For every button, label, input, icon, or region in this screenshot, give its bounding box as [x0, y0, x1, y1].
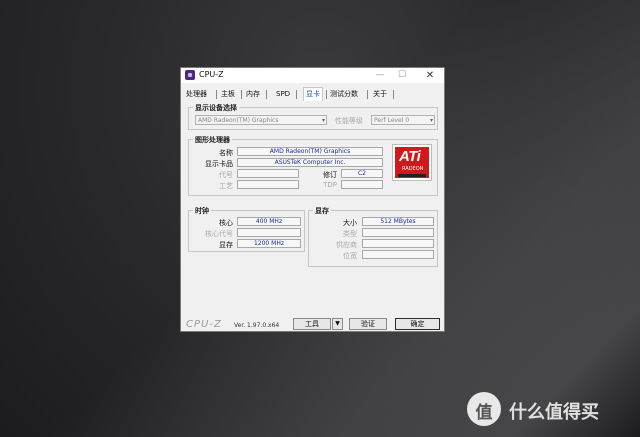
gpu-name-label: 名称 — [219, 149, 233, 157]
tab-processor[interactable]: 处理器 — [184, 88, 209, 100]
device-selection-group: 显示设备选择 AMD Radeon(TM) Graphics ▾ 性能等级 Pe… — [188, 103, 438, 130]
memory-vendor-label: 供应商 — [336, 241, 357, 249]
watermark-badge: 值 — [467, 392, 501, 426]
gpu-group-title: 图形处理器 — [193, 135, 232, 145]
device-select[interactable]: AMD Radeon(TM) Graphics ▾ — [195, 115, 327, 125]
perf-level-select[interactable]: Perf Level 0 ▾ — [371, 115, 435, 125]
ati-logo-sub: RADEON — [402, 166, 424, 172]
tools-button[interactable]: 工具 — [293, 318, 331, 330]
cpuz-window: CPU-Z — ☐ ✕ 处理器 主板 内存 SPD 显卡 测试分数 关于 显示设… — [180, 67, 445, 332]
watermark-text: 什么值得买 — [509, 402, 599, 423]
tab-separator — [296, 90, 297, 99]
memory-group: 显存 大小 512 MBytes 类型 供应商 位宽 — [308, 206, 438, 267]
memory-width-field — [362, 250, 434, 259]
memory-type-label: 类型 — [343, 230, 357, 238]
window-title: CPU-Z — [199, 70, 224, 79]
tab-memory[interactable]: 内存 — [244, 88, 262, 100]
memory-clock-field: 1200 MHz — [237, 239, 301, 248]
ati-logo-background: ATi RADEON — [395, 147, 429, 178]
memory-type-field — [362, 228, 434, 237]
codename-field — [237, 169, 299, 178]
clocks-group: 时钟 核心 400 MHz 核心代号 显存 1200 MHz — [188, 206, 305, 252]
chevron-down-icon: ▾ — [429, 117, 433, 124]
tab-about[interactable]: 关于 — [371, 88, 389, 100]
memory-width-label: 位宽 — [343, 252, 357, 260]
tab-separator — [216, 90, 217, 99]
tab-separator — [393, 90, 394, 99]
memory-size-field: 512 MBytes — [362, 217, 434, 226]
core-clock-field: 400 MHz — [237, 217, 301, 226]
device-selection-title: 显示设备选择 — [193, 103, 239, 113]
tab-mainboard[interactable]: 主板 — [219, 88, 237, 100]
ati-radeon-logo: ATi RADEON — [392, 144, 432, 181]
technology-label: 工艺 — [219, 182, 233, 190]
cpuz-app-icon — [185, 70, 195, 80]
tdp-label: TDP — [323, 181, 337, 189]
version-text: Ver. 1.97.0.x64 — [234, 322, 280, 329]
perf-level-value: Perf Level 0 — [374, 117, 410, 124]
maximize-button[interactable]: ☐ — [393, 68, 411, 83]
perf-level-label: 性能等级 — [335, 117, 363, 125]
tdp-field — [341, 180, 383, 189]
technology-field — [237, 180, 299, 189]
memory-clock-label: 显存 — [219, 241, 233, 249]
ok-button[interactable]: 确定 — [395, 318, 440, 330]
ati-logo-bar — [398, 174, 426, 177]
codename-label: 代号 — [219, 171, 233, 179]
close-button[interactable]: ✕ — [421, 68, 439, 83]
ati-logo-word: ATi — [399, 148, 421, 165]
core-clock-label: 核心 — [219, 219, 233, 227]
chevron-down-icon: ▾ — [321, 117, 325, 124]
minimize-button[interactable]: — — [371, 68, 389, 83]
watermark-badge-text: 值 — [475, 403, 493, 423]
tab-separator — [266, 90, 267, 99]
board-label: 显示卡品 — [205, 160, 233, 168]
board-field: ASUSTeK Computer Inc. — [237, 158, 383, 167]
title-bar[interactable]: CPU-Z — ☐ ✕ — [181, 68, 444, 83]
tab-bench[interactable]: 测试分数 — [328, 88, 360, 100]
shader-label: 核心代号 — [205, 230, 233, 238]
tab-separator — [326, 90, 327, 99]
memory-group-title: 显存 — [313, 206, 331, 216]
shader-field — [237, 228, 301, 237]
tab-separator — [241, 90, 242, 99]
revision-label: 修订 — [323, 171, 337, 179]
tab-spd[interactable]: SPD — [274, 88, 292, 100]
memory-vendor-field — [362, 239, 434, 248]
device-select-value: AMD Radeon(TM) Graphics — [198, 117, 279, 124]
gpu-name-field: AMD Radeon(TM) Graphics — [237, 147, 383, 156]
memory-size-label: 大小 — [343, 219, 357, 227]
clocks-group-title: 时钟 — [193, 206, 211, 216]
cpuz-brand: CPU-Z — [186, 319, 222, 330]
validate-button[interactable]: 验证 — [349, 318, 387, 330]
revision-field: C2 — [341, 169, 383, 178]
tab-separator — [367, 90, 368, 99]
tab-graphics[interactable]: 显卡 — [303, 87, 323, 101]
tools-dropdown-button[interactable]: ▼ — [332, 318, 343, 330]
